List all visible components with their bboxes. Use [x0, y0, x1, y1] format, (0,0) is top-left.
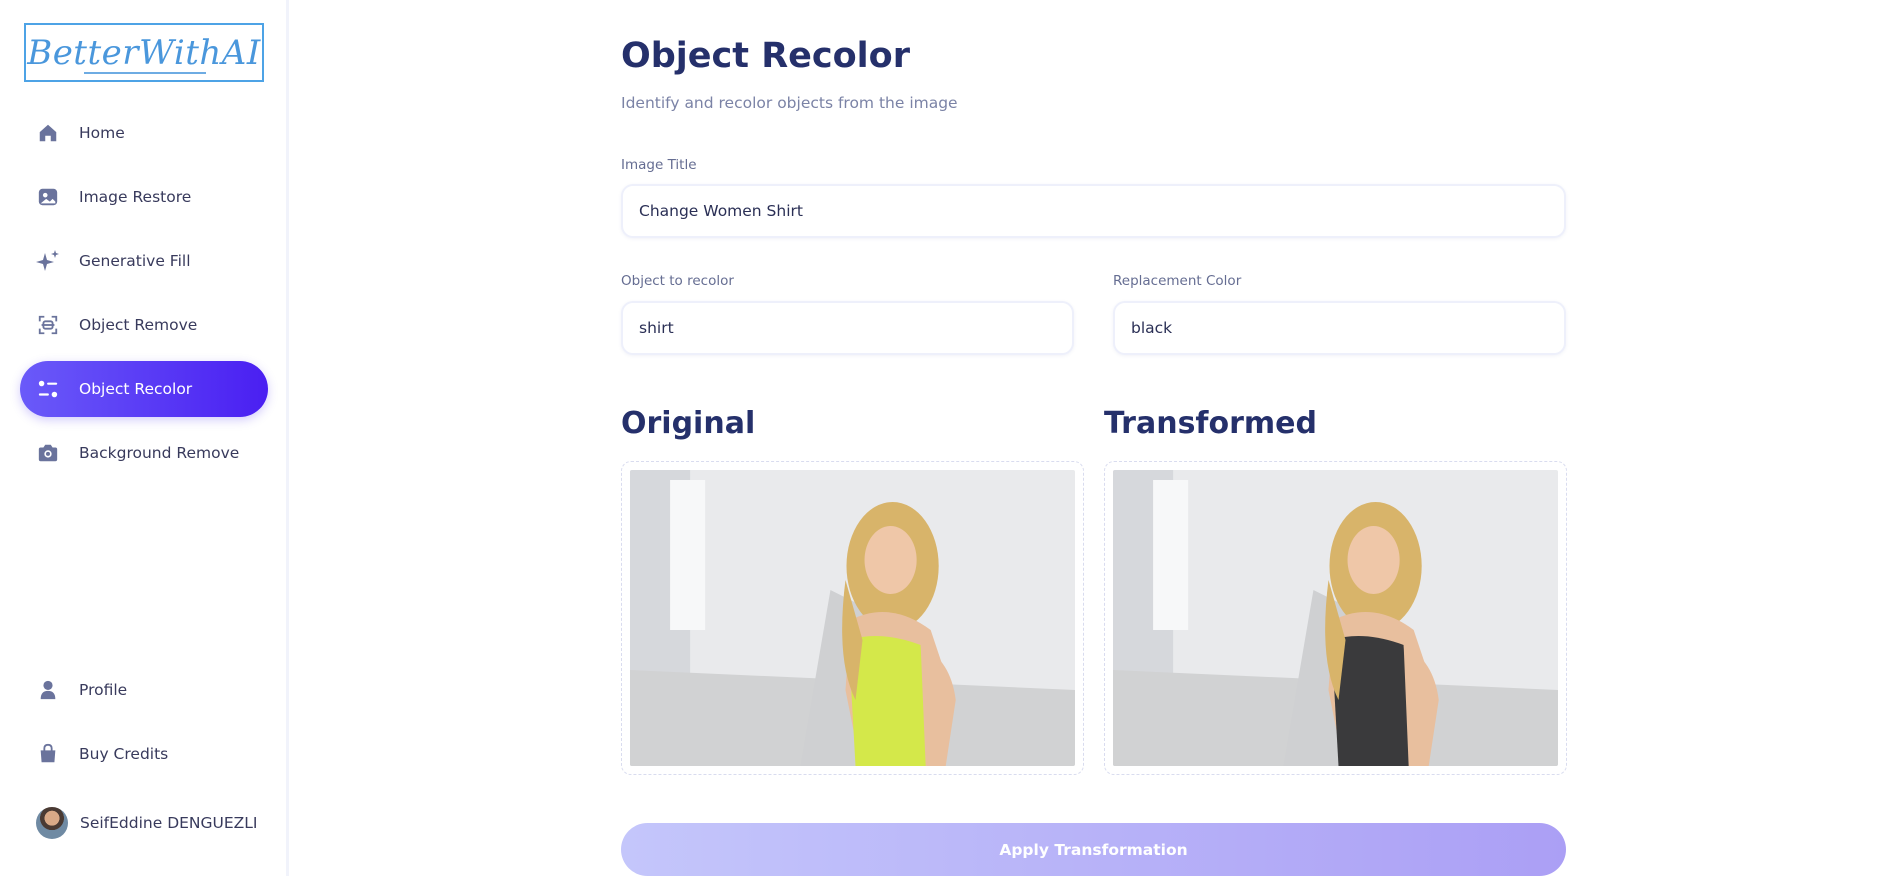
- home-icon: [36, 121, 60, 145]
- user-icon: [36, 678, 60, 702]
- color-value: black: [1131, 319, 1173, 337]
- sidebar-item-object-remove[interactable]: Object Remove: [20, 297, 268, 353]
- original-image-frame: [621, 461, 1084, 775]
- logo-text: BetterWithAI: [27, 32, 261, 73]
- image-title-input[interactable]: Change Women Shirt: [621, 184, 1566, 238]
- apply-transformation-button[interactable]: Apply Transformation: [621, 823, 1566, 876]
- sidebar-item-label: Buy Credits: [79, 745, 169, 763]
- brand-logo[interactable]: BetterWithAI: [24, 23, 264, 82]
- sidebar-item-profile[interactable]: Profile: [20, 662, 268, 718]
- object-input[interactable]: shirt: [621, 301, 1074, 355]
- transformed-image-frame: [1104, 461, 1567, 775]
- logo-underline: [84, 72, 206, 74]
- object-label: Object to recolor: [621, 273, 734, 289]
- image-title-value: Change Women Shirt: [639, 202, 803, 220]
- sidebar-item-label: Object Recolor: [79, 380, 193, 398]
- scan-icon: [36, 313, 60, 337]
- bag-icon: [36, 742, 60, 766]
- user-profile-link[interactable]: SeifEddine DENGUEZLI: [20, 795, 268, 851]
- sidebar: BetterWithAI Home Image Restore Generati…: [0, 0, 289, 876]
- sidebar-item-label: Background Remove: [79, 444, 240, 462]
- sidebar-item-background-remove[interactable]: Background Remove: [20, 425, 268, 481]
- color-input[interactable]: black: [1113, 301, 1566, 355]
- sidebar-item-object-recolor[interactable]: Object Recolor: [20, 361, 268, 417]
- image-title-label: Image Title: [621, 157, 697, 173]
- sidebar-item-buy-credits[interactable]: Buy Credits: [20, 726, 268, 782]
- sidebar-item-label: Image Restore: [79, 188, 192, 206]
- image-icon: [36, 185, 60, 209]
- sidebar-item-label: Home: [79, 124, 125, 142]
- camera-icon: [36, 441, 60, 465]
- sidebar-item-label: Profile: [79, 681, 128, 699]
- transformed-image: [1113, 470, 1558, 766]
- original-title: Original: [621, 406, 756, 441]
- page-title: Object Recolor: [621, 36, 910, 76]
- user-name: SeifEddine DENGUEZLI: [80, 814, 258, 832]
- transformed-title: Transformed: [1104, 406, 1317, 441]
- sidebar-item-generative-fill[interactable]: Generative Fill: [20, 233, 268, 289]
- color-label: Replacement Color: [1113, 273, 1242, 289]
- apply-label: Apply Transformation: [999, 840, 1188, 859]
- sidebar-item-home[interactable]: Home: [20, 105, 268, 161]
- filter-icon: [36, 377, 60, 401]
- object-value: shirt: [639, 319, 674, 337]
- sidebar-item-label: Object Remove: [79, 316, 198, 334]
- original-image: [630, 470, 1075, 766]
- sparkles-icon: [36, 249, 60, 273]
- sidebar-item-image-restore[interactable]: Image Restore: [20, 169, 268, 225]
- avatar: [36, 807, 68, 839]
- page-subtitle: Identify and recolor objects from the im…: [621, 94, 958, 112]
- sidebar-item-label: Generative Fill: [79, 252, 191, 270]
